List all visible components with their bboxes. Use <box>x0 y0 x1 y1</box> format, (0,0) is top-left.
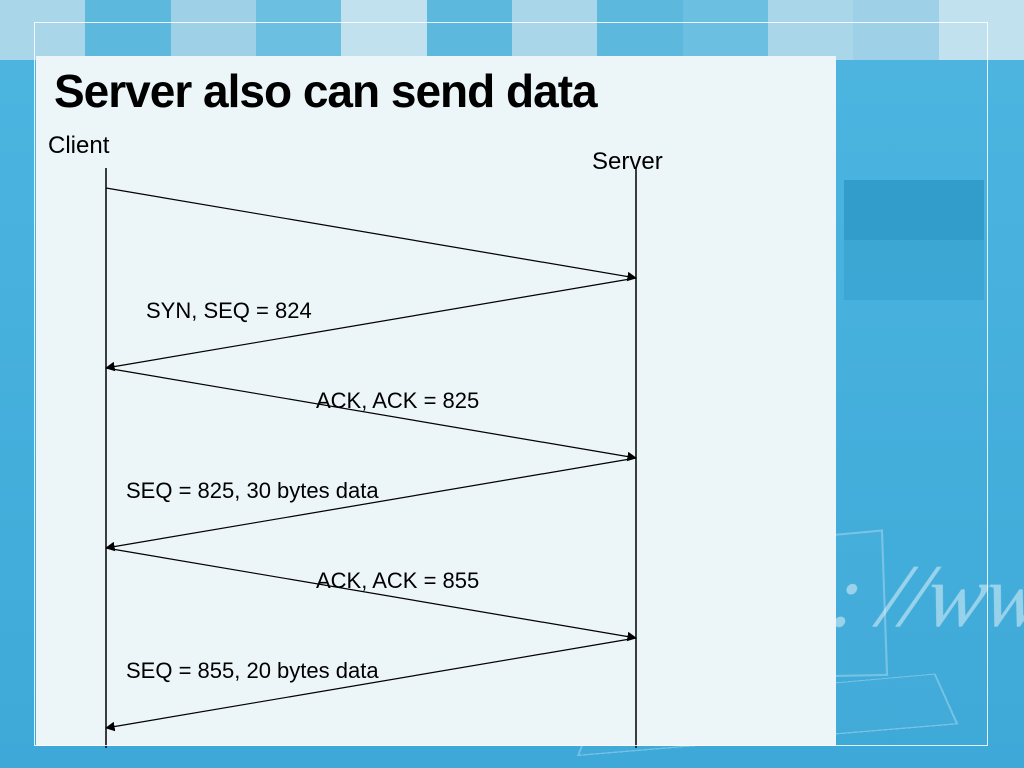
msg-label-m5: SEQ = 855, 20 bytes data <box>126 658 379 683</box>
msg-label-m4: ACK, ACK = 855 <box>316 568 479 593</box>
sequence-diagram: SYN, SEQ = 824 ACK, ACK = 825 SEQ = 825,… <box>36 168 836 748</box>
client-label: Client <box>48 132 109 160</box>
slide-title: Server also can send data <box>54 64 597 118</box>
decorative-top-squares <box>0 0 1024 60</box>
msg-label-m2: ACK, ACK = 825 <box>316 388 479 413</box>
content-panel: Server also can send data Client Server <box>36 56 836 746</box>
arrow-m6 <box>106 638 636 728</box>
msg-label-m1: SYN, SEQ = 824 <box>146 298 312 323</box>
slide: http: //ww Server also can send data Cli… <box>0 0 1024 768</box>
arrow-m2 <box>106 278 636 368</box>
msg-label-m3: SEQ = 825, 30 bytes data <box>126 478 379 503</box>
arrow-m3 <box>106 368 636 458</box>
arrow-m5 <box>106 548 636 638</box>
arrow-m4 <box>106 458 636 548</box>
decorative-right-blocks <box>844 180 984 300</box>
arrow-m1 <box>106 188 636 278</box>
